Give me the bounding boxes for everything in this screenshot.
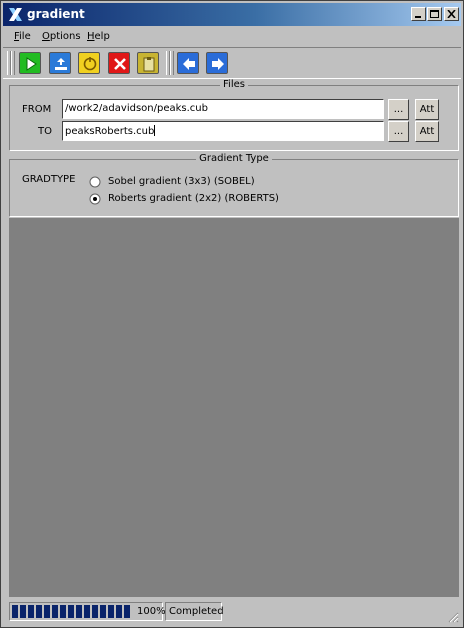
progress-segment bbox=[108, 605, 114, 618]
title-bar[interactable]: gradient bbox=[3, 3, 461, 26]
stop-icon bbox=[83, 57, 97, 71]
progress-segment bbox=[92, 605, 98, 618]
toolbar bbox=[3, 47, 461, 79]
menu-help[interactable]: Help bbox=[87, 31, 110, 42]
gradient-type-group: Gradient Type GRADTYPE Sobel gradient (3… bbox=[9, 153, 459, 217]
progress-segment bbox=[52, 605, 58, 618]
run-button[interactable] bbox=[19, 52, 41, 74]
roberts-radio[interactable] bbox=[89, 193, 101, 205]
exit-button[interactable] bbox=[108, 52, 130, 74]
resize-grip-icon[interactable] bbox=[447, 611, 459, 623]
menu-bar: File Options Help bbox=[3, 28, 461, 46]
forward-button[interactable] bbox=[206, 52, 228, 74]
progress-bar: 100% bbox=[9, 602, 166, 621]
clipboard-icon bbox=[143, 57, 155, 72]
from-input[interactable]: /work2/adavidson/peaks.cub bbox=[62, 99, 384, 119]
work-area bbox=[9, 218, 459, 597]
status-bar: 100% Completed bbox=[3, 599, 461, 625]
from-browse-button[interactable]: ... bbox=[388, 99, 409, 120]
progress-segment bbox=[68, 605, 74, 618]
clipboard-button[interactable] bbox=[137, 52, 159, 74]
progress-segment bbox=[116, 605, 122, 618]
to-browse-button[interactable]: ... bbox=[388, 121, 409, 142]
gradient-type-group-title: Gradient Type bbox=[196, 153, 272, 164]
sobel-radio[interactable] bbox=[89, 176, 101, 188]
arrow-right-icon bbox=[212, 58, 224, 70]
minimize-icon bbox=[415, 16, 421, 18]
window-title: gradient bbox=[27, 7, 85, 21]
application-window: gradient File Options Help Files FROM /w… bbox=[0, 0, 464, 628]
menu-file[interactable]: File bbox=[14, 31, 31, 42]
gradtype-label: GRADTYPE bbox=[22, 174, 76, 185]
from-att-button[interactable]: Att bbox=[415, 99, 439, 120]
files-group: Files FROM /work2/adavidson/peaks.cub ..… bbox=[9, 79, 459, 151]
progress-segment bbox=[76, 605, 82, 618]
progress-segment bbox=[60, 605, 66, 618]
close-icon bbox=[114, 58, 126, 70]
to-input-text: peaksRoberts.cub bbox=[65, 126, 155, 137]
progress-segment bbox=[28, 605, 34, 618]
reset-icon bbox=[55, 58, 67, 70]
progress-segment bbox=[84, 605, 90, 618]
to-label: TO bbox=[38, 126, 52, 137]
menu-options[interactable]: Options bbox=[42, 31, 81, 42]
toolbar-grip[interactable] bbox=[11, 51, 15, 75]
to-input[interactable]: peaksRoberts.cub bbox=[62, 121, 384, 141]
minimize-button[interactable] bbox=[411, 7, 426, 21]
maximize-icon bbox=[430, 10, 439, 18]
sobel-option-label[interactable]: Sobel gradient (3x3) (SOBEL) bbox=[108, 176, 255, 187]
toolbar-separator bbox=[170, 51, 174, 75]
text-caret bbox=[154, 125, 156, 136]
roberts-option-label[interactable]: Roberts gradient (2x2) (ROBERTS) bbox=[108, 193, 279, 204]
stop-button[interactable] bbox=[78, 52, 100, 74]
progress-segment bbox=[36, 605, 42, 618]
progress-segment bbox=[44, 605, 50, 618]
status-message: Completed bbox=[165, 602, 224, 621]
progress-segment bbox=[100, 605, 106, 618]
files-group-title: Files bbox=[220, 79, 248, 90]
play-icon bbox=[26, 57, 37, 71]
app-x-icon bbox=[9, 8, 22, 21]
arrow-left-icon bbox=[183, 58, 195, 70]
progress-percent: 100% bbox=[137, 606, 166, 617]
maximize-button[interactable] bbox=[427, 7, 442, 21]
progress-segment bbox=[20, 605, 26, 618]
progress-segment bbox=[124, 605, 130, 618]
reset-button[interactable] bbox=[49, 52, 71, 74]
from-label: FROM bbox=[22, 104, 52, 115]
to-att-button[interactable]: Att bbox=[415, 121, 439, 142]
close-window-button[interactable] bbox=[444, 7, 459, 21]
close-icon bbox=[447, 10, 456, 18]
back-button[interactable] bbox=[177, 52, 199, 74]
progress-segment bbox=[12, 605, 18, 618]
